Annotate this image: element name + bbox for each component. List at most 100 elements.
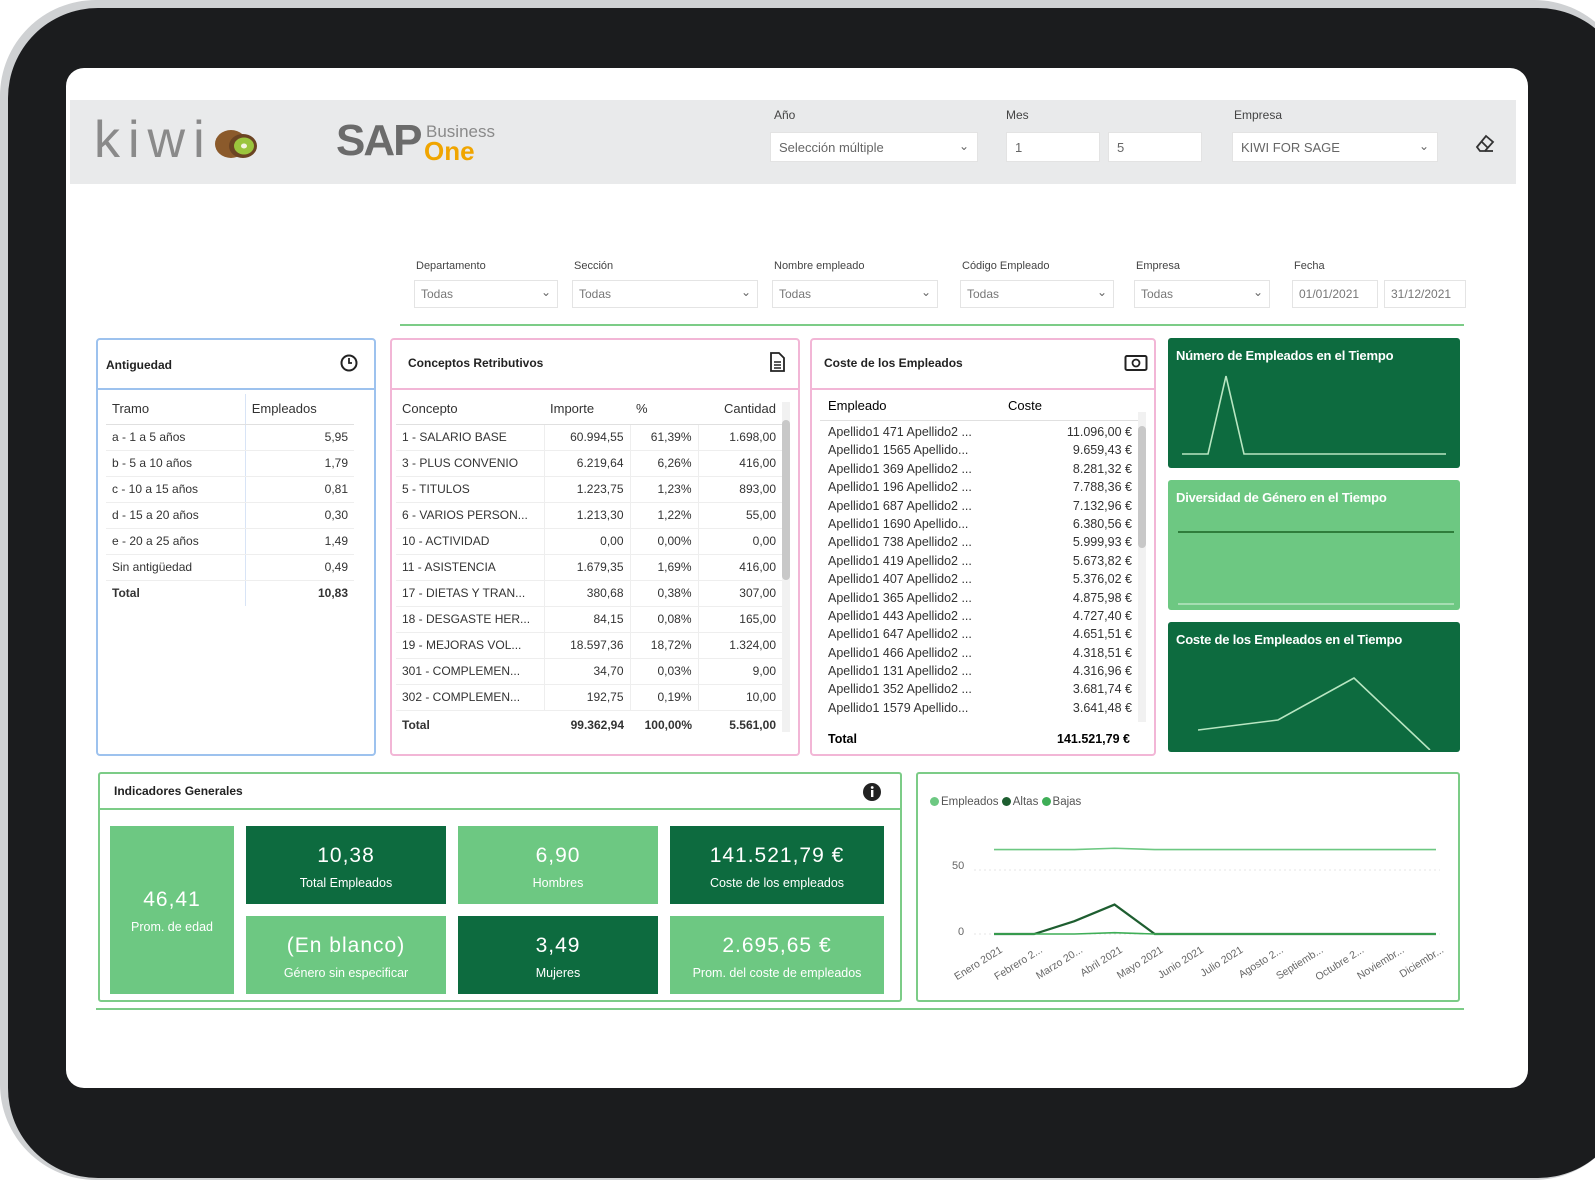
card-total-empleados[interactable]: 10,38 Total Empleados: [246, 826, 446, 904]
column-header[interactable]: Importe: [544, 394, 630, 425]
empleados-cell: 0,30: [245, 502, 354, 529]
list-item[interactable]: Apellido1 647 Apellido2 ... 4.651,51 €: [816, 626, 1140, 644]
series-line-altas[interactable]: [994, 903, 1436, 936]
card-genero-sin-especificar[interactable]: (En blanco) Género sin especificar: [246, 916, 446, 994]
scrollbar-thumb[interactable]: [1138, 426, 1146, 548]
scrollbar[interactable]: [782, 402, 790, 732]
eraser-icon[interactable]: [1474, 132, 1496, 154]
chevron-down-icon: ⌄: [740, 285, 751, 299]
porcentaje-cell: 0,08%: [630, 606, 699, 633]
list-item[interactable]: Apellido1 471 Apellido2 ... 11.096,00 €: [816, 424, 1140, 442]
concepto-cell: 5 - TITULOS: [396, 476, 545, 503]
list-item[interactable]: Apellido1 365 Apellido2 ... 4.875,98 €: [816, 590, 1140, 608]
list-item[interactable]: Apellido1 1579 Apellido... 3.641,48 €: [816, 700, 1140, 718]
kiwi-fruit-icon: [214, 130, 257, 159]
numero-empleados-tile[interactable]: Número de Empleados en el Tiempo: [1168, 338, 1460, 468]
coste-list: Apellido1 471 Apellido2 ... 11.096,00 € Ap…: [816, 424, 1140, 734]
column-header[interactable]: Tramo: [106, 394, 246, 425]
panel-header-rule: [392, 388, 798, 390]
list-item[interactable]: Apellido1 369 Apellido2 ... 8.281,32 €: [816, 461, 1140, 479]
table-row[interactable]: 10 - ACTIVIDAD 0,00 0,00% 0,00: [396, 528, 782, 555]
fecha-from-input[interactable]: 01/01/2021: [1292, 280, 1378, 308]
table-row[interactable]: e - 20 a 25 años 1,49: [106, 528, 354, 555]
card-value: 141.521,79 €: [709, 844, 845, 867]
table-row[interactable]: d - 15 a 20 años 0,30: [106, 502, 354, 529]
concepto-cell: 1 - SALARIO BASE: [396, 424, 545, 451]
table-row[interactable]: 3 - PLUS CONVENIO 6.219,64 6,26% 416,00: [396, 450, 782, 477]
table-row[interactable]: c - 10 a 15 años 0,81: [106, 476, 354, 503]
list-item[interactable]: Apellido1 466 Apellido2 ... 4.318,51 €: [816, 645, 1140, 663]
table-row[interactable]: 17 - DIETAS Y TRAN... 380,68 0,38% 307,00: [396, 580, 782, 607]
cantidad-cell: 165,00: [698, 606, 782, 633]
clock-icon: [340, 354, 358, 372]
bottom-divider-line: [96, 1008, 1464, 1010]
list-item[interactable]: Apellido1 419 Apellido2 ... 5.673,82 €: [816, 553, 1140, 571]
slicer-empresa-dropdown[interactable]: Todas ⌄: [1134, 280, 1270, 308]
nombre-dropdown[interactable]: Todas ⌄: [772, 280, 938, 308]
scrollbar[interactable]: [1138, 412, 1146, 722]
card-mujeres[interactable]: 3,49 Mujeres: [458, 916, 658, 994]
anio-label: Año: [774, 108, 796, 122]
mes-from-input[interactable]: 1: [1006, 132, 1100, 162]
cantidad-cell: 1.698,00: [698, 424, 782, 451]
mes-to-input[interactable]: 5: [1108, 132, 1202, 162]
porcentaje-cell: 61,39%: [630, 424, 699, 451]
sap-one-text: One: [424, 136, 475, 166]
seccion-dropdown[interactable]: Todas ⌄: [572, 280, 758, 308]
cantidad-cell: 9,00: [698, 658, 782, 685]
scrollbar-thumb[interactable]: [782, 420, 790, 580]
coste-cell: 5.999,93 €: [1072, 535, 1132, 550]
anio-dropdown[interactable]: Selección múltiple ⌄: [770, 132, 978, 162]
card-prom-edad[interactable]: 46,41 Prom. de edad: [110, 826, 234, 994]
list-item[interactable]: Apellido1 738 Apellido2 ... 5.999,93 €: [816, 534, 1140, 552]
departamento-dropdown[interactable]: Todas ⌄: [414, 280, 558, 308]
list-item[interactable]: Apellido1 443 Apellido2 ... 4.727,40 €: [816, 608, 1140, 626]
column-header[interactable]: %: [630, 394, 698, 425]
porcentaje-cell: 0,00%: [630, 528, 699, 555]
importe-cell: 1.679,35: [544, 554, 631, 581]
card-coste-empleados[interactable]: 141.521,79 € Coste de los empleados: [670, 826, 884, 904]
list-item[interactable]: Apellido1 687 Apellido2 ... 7.132,96 €: [816, 498, 1140, 516]
column-header[interactable]: Concepto: [396, 394, 544, 425]
table-row[interactable]: 11 - ASISTENCIA 1.679,35 1,69% 416,00: [396, 554, 782, 581]
list-item[interactable]: Apellido1 407 Apellido2 ... 5.376,02 €: [816, 571, 1140, 589]
diversidad-genero-tile[interactable]: Diversidad de Género en el Tiempo: [1168, 480, 1460, 610]
table-row[interactable]: 301 - COMPLEMEN... 34,70 0,03% 9,00: [396, 658, 782, 685]
column-header[interactable]: Coste: [1008, 398, 1042, 413]
cantidad-cell: 307,00: [698, 580, 782, 607]
list-item[interactable]: Apellido1 131 Apellido2 ... 4.316,96 €: [816, 663, 1140, 681]
table-row[interactable]: 19 - MEJORAS VOL... 18.597,36 18,72% 1.324,…: [396, 632, 782, 659]
conceptos-title: Conceptos Retributivos: [408, 356, 544, 370]
list-item[interactable]: Apellido1 196 Apellido2 ... 7.788,36 €: [816, 479, 1140, 497]
card-hombres[interactable]: 6,90 Hombres: [458, 826, 658, 904]
table-row[interactable]: a - 1 a 5 años 5,95: [106, 424, 354, 451]
card-label: Género sin especificar: [283, 966, 409, 980]
fecha-to-input[interactable]: 31/12/2021: [1384, 280, 1466, 308]
importe-cell: 6.219,64: [544, 450, 631, 477]
column-header[interactable]: Empleado: [828, 398, 887, 413]
table-row[interactable]: 1 - SALARIO BASE 60.994,55 61,39% 1.698,00: [396, 424, 782, 451]
column-header[interactable]: Cantidad: [698, 394, 782, 425]
coste-empleados-tile[interactable]: Coste de los Empleados en el Tiempo: [1168, 622, 1460, 752]
list-item[interactable]: Apellido1 1565 Apellido... 9.659,43 €: [816, 442, 1140, 460]
card-prom-coste[interactable]: 2.695,65 € Prom. del coste de empleados: [670, 916, 884, 994]
table-row[interactable]: b - 5 a 10 años 1,79: [106, 450, 354, 477]
card-value: 46,41: [143, 888, 201, 911]
empleado-cell: Apellido1 131 Apellido2 ...: [828, 664, 972, 679]
table-row[interactable]: 18 - DESGASTE HER... 84,15 0,08% 165,00: [396, 606, 782, 633]
tramo-cell: c - 10 a 15 años: [106, 476, 246, 503]
empleado-cell: Apellido1 1565 Apellido...: [828, 443, 969, 458]
table-row[interactable]: Sin antigüedad 0,49: [106, 554, 354, 581]
column-header[interactable]: Empleados: [245, 394, 354, 425]
list-item[interactable]: Apellido1 352 Apellido2 ... 3.681,74 €: [816, 681, 1140, 699]
info-icon[interactable]: [862, 782, 882, 802]
codigo-dropdown[interactable]: Todas ⌄: [960, 280, 1114, 308]
table-row[interactable]: 6 - VARIOS PERSON... 1.213,30 1,22% 55,00: [396, 502, 782, 529]
empresa-dropdown[interactable]: KIWI FOR SAGE ⌄: [1232, 132, 1438, 162]
series-line-empleados[interactable]: [994, 847, 1436, 851]
empleado-cell: Apellido1 1579 Apellido...: [828, 700, 969, 715]
coste-cell: 4.316,96 €: [1072, 664, 1132, 679]
list-item[interactable]: Apellido1 1690 Apellido... 6.380,56 €: [816, 516, 1140, 534]
table-row[interactable]: 5 - TITULOS 1.223,75 1,23% 893,00: [396, 476, 782, 503]
table-row[interactable]: 302 - COMPLEMEN... 192,75 0,19% 10,00: [396, 684, 782, 711]
